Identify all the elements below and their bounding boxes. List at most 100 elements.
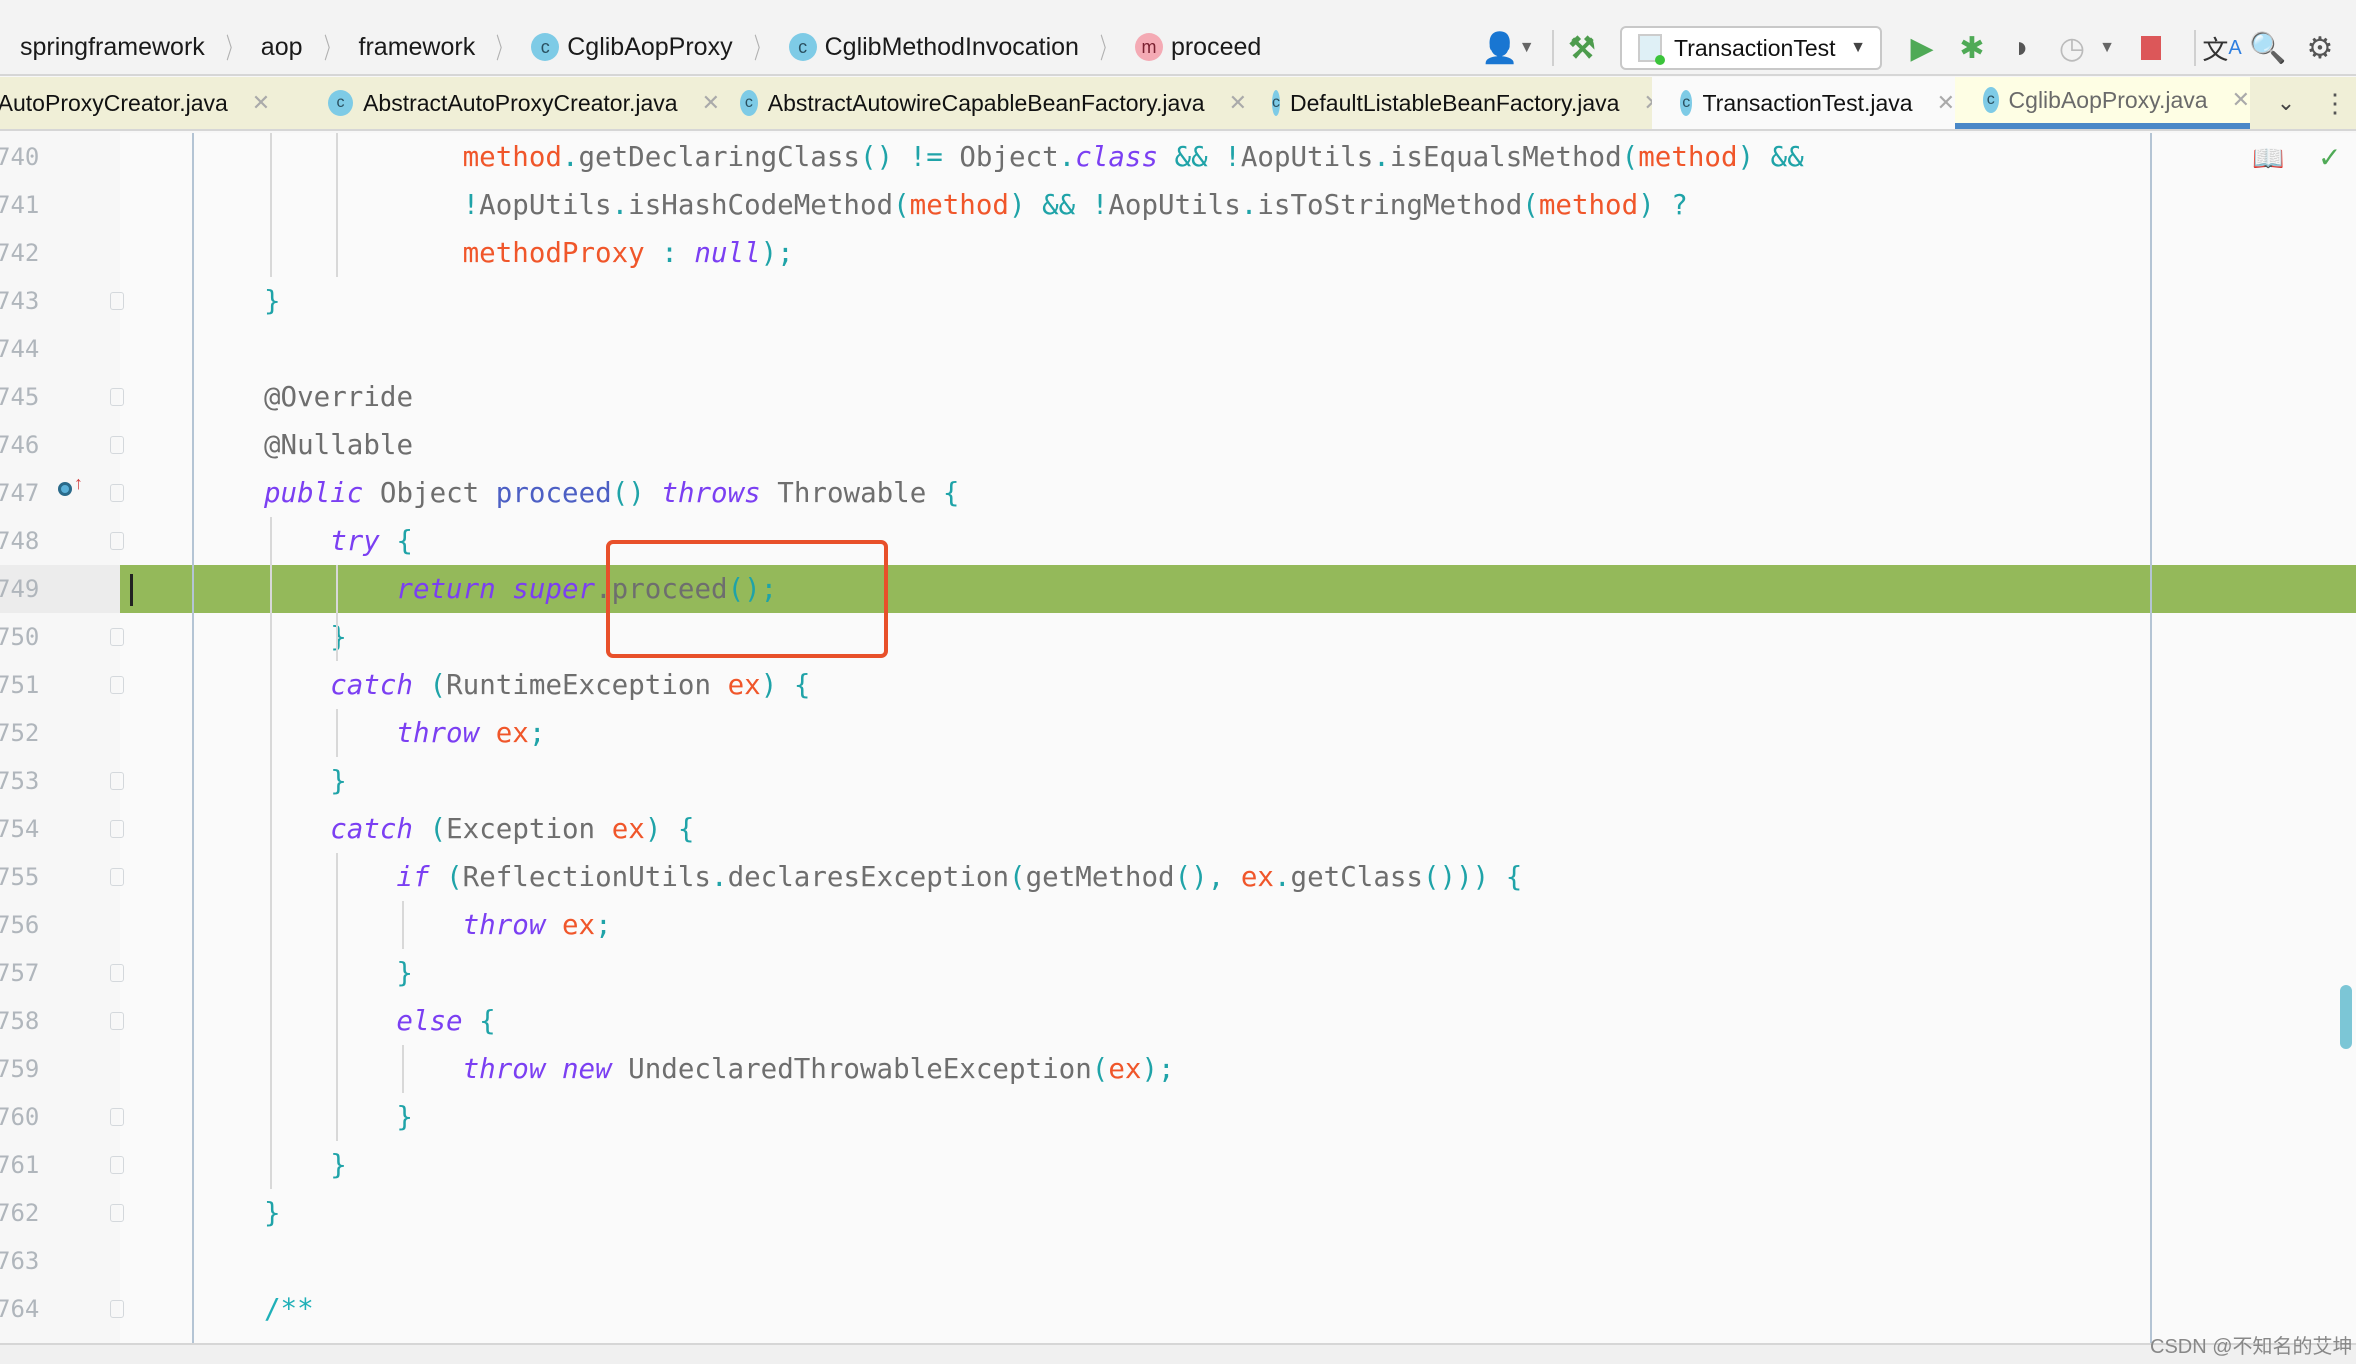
fold-marker-icon[interactable]: [110, 868, 124, 886]
fold-marker-icon[interactable]: [110, 628, 124, 646]
run-icon[interactable]: ▶: [1900, 24, 1944, 72]
vcs-user-icon[interactable]: 👤 ▼: [1478, 24, 1538, 72]
build-hammer-icon[interactable]: ⚒: [1560, 24, 1604, 72]
code-token: getClass: [1290, 861, 1423, 893]
fold-marker-icon[interactable]: [110, 1156, 124, 1174]
fold-marker-icon[interactable]: [110, 532, 124, 550]
line-number: 747: [0, 479, 40, 507]
run-configuration-selector[interactable]: TransactionTest ▼: [1620, 26, 1882, 70]
class-file-icon: c: [1272, 90, 1280, 116]
profile-icon[interactable]: ◷: [2050, 24, 2094, 72]
editor-tab[interactable]: rAutoProxyCreator.java ✕: [0, 77, 290, 129]
code-token: .: [1240, 189, 1258, 221]
code-token: ReflectionUtils: [462, 861, 711, 893]
tab-label: AbstractAutoProxyCreator.java: [363, 89, 678, 116]
code-line: @Override: [264, 373, 413, 421]
code-token: (): [859, 141, 894, 173]
code-token: (: [1522, 189, 1539, 221]
code-token: ex: [727, 669, 761, 701]
line-number: 743: [0, 287, 40, 315]
code-token: }: [330, 621, 347, 653]
scrollbar-thumb[interactable]: [2340, 985, 2352, 1049]
class-file-icon: c: [328, 90, 354, 116]
code-token: (: [1009, 861, 1026, 893]
more-options-icon[interactable]: ⋮: [2320, 77, 2350, 129]
fold-marker-icon[interactable]: [110, 1300, 124, 1318]
indent-guide: [336, 565, 338, 661]
code-line: else {: [396, 997, 495, 1045]
code-token: method: [1638, 141, 1738, 173]
code-line: }: [330, 613, 347, 661]
editor-tab[interactable]: c AbstractAutoProxyCreator.java ✕: [300, 77, 720, 129]
editor-tab[interactable]: c CglibAopProxy.java ✕: [1955, 77, 2250, 129]
code-token: proceed: [495, 477, 612, 509]
code-token: (),: [1174, 861, 1241, 893]
override-arrow-icon[interactable]: ↑: [74, 473, 83, 494]
code-token: .: [1373, 141, 1390, 173]
inspection-ok-check-icon[interactable]: ✓: [2318, 141, 2341, 174]
line-number: 746: [0, 431, 40, 459]
translate-icon[interactable]: 文A: [2200, 24, 2244, 72]
code-token: super: [512, 573, 596, 605]
line-number: 756: [0, 911, 40, 939]
fold-marker-icon[interactable]: [110, 964, 124, 982]
code-token: method: [462, 141, 562, 173]
editor-tab[interactable]: c TransactionTest.java ✕: [1652, 77, 1955, 129]
stop-icon[interactable]: [2134, 24, 2168, 72]
code-token: public: [264, 477, 364, 509]
profile-dropdown-icon[interactable]: ▼: [2094, 24, 2120, 72]
code-token: AopUtils: [1108, 189, 1241, 221]
code-token: (: [429, 861, 463, 893]
right-margin-line: [2150, 133, 2152, 1343]
reader-mode-book-icon[interactable]: 📖: [2252, 143, 2284, 174]
code-line: }: [264, 277, 281, 325]
fold-marker-icon[interactable]: [110, 388, 124, 406]
fold-marker-icon[interactable]: [110, 292, 124, 310]
editor-tab[interactable]: cDefaultListableBeanFactory.java✕: [1244, 77, 1662, 129]
fold-marker-icon[interactable]: [110, 436, 124, 454]
gutter-implements-icon[interactable]: [58, 482, 72, 496]
code-token: throw: [396, 717, 480, 749]
class-file-icon: c: [1680, 90, 1693, 116]
code-token: (: [412, 669, 447, 701]
code-token: Exception: [446, 813, 612, 845]
code-token: return: [396, 573, 496, 605]
code-token: isEqualsMethod: [1389, 141, 1622, 173]
close-icon[interactable]: ✕: [1937, 90, 1955, 116]
line-number: 761: [0, 1151, 40, 1179]
code-line: throw ex;: [396, 709, 545, 757]
code-token: @Nullable: [264, 429, 414, 461]
code-token: declaresException: [727, 861, 1010, 893]
fold-marker-icon[interactable]: [110, 676, 124, 694]
gear-icon[interactable]: ⚙: [2298, 24, 2342, 72]
code-token: RuntimeException: [446, 669, 728, 701]
fold-marker-icon[interactable]: [110, 1012, 124, 1030]
tabs-overflow-chevron-icon[interactable]: ⌄: [2266, 77, 2306, 129]
search-icon[interactable]: 🔍: [2246, 24, 2290, 72]
coverage-icon[interactable]: ◗: [2000, 24, 2044, 72]
fold-marker-icon[interactable]: [110, 820, 124, 838]
line-number: 740: [0, 143, 40, 171]
editor-tab[interactable]: c AbstractAutowireCapableBeanFactory.java…: [712, 77, 1247, 129]
code-token: .: [711, 861, 728, 893]
code-editor[interactable]: 740 method.getDeclaringClass() != Object.…: [0, 133, 2356, 1343]
code-token: ;: [595, 909, 612, 941]
line-number: 762: [0, 1199, 40, 1227]
fold-marker-icon[interactable]: [110, 484, 124, 502]
close-icon[interactable]: ✕: [252, 90, 270, 116]
line-number: 764: [0, 1295, 40, 1323]
code-token: throws: [661, 477, 761, 509]
code-token: ex: [1240, 861, 1274, 893]
code-token: methodProxy: [462, 237, 645, 269]
debug-bug-icon[interactable]: ✱: [1950, 24, 1994, 72]
fold-marker-icon[interactable]: [110, 1108, 124, 1126]
class-file-icon: c: [740, 90, 758, 116]
fold-marker-icon[interactable]: [110, 772, 124, 790]
code-token: ex: [561, 909, 596, 941]
close-icon[interactable]: ✕: [2232, 87, 2250, 113]
code-line: methodProxy : null);: [463, 229, 794, 277]
code-token: ): [1638, 189, 1655, 221]
fold-marker-icon[interactable]: [110, 1204, 124, 1222]
